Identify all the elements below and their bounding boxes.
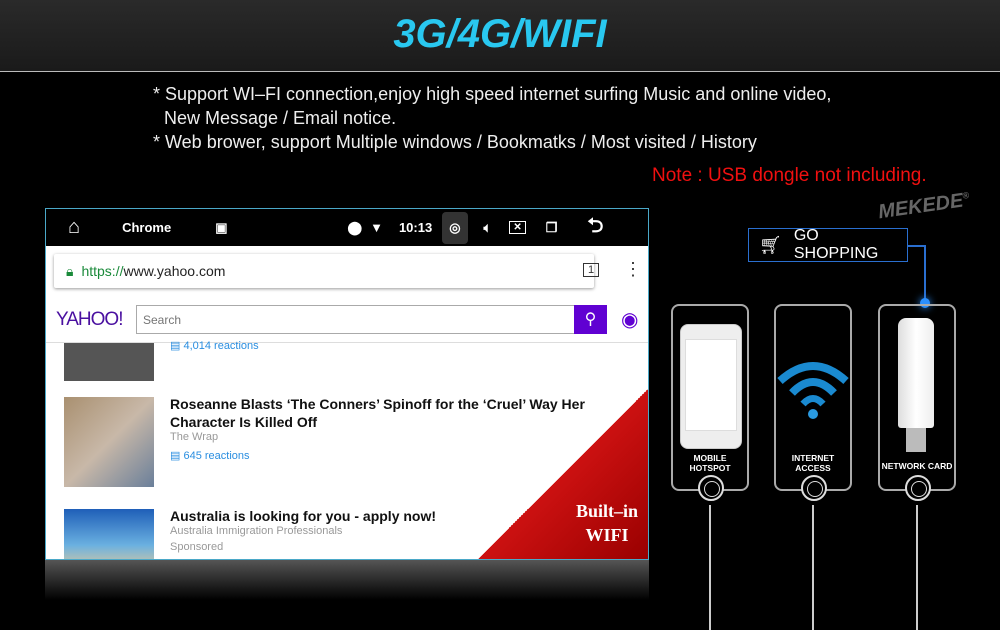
card-label: NETWORK CARD: [881, 461, 953, 471]
menu-icon[interactable]: ⋮: [624, 259, 642, 280]
screen-reflection: [45, 560, 649, 600]
search-input[interactable]: [136, 305, 576, 334]
usb-plug: [906, 428, 926, 452]
close-app-icon[interactable]: ✕: [509, 221, 526, 234]
sponsored-label: Sponsored: [170, 541, 224, 553]
location-icon: ⬤: [347, 219, 363, 235]
app-name: Chrome: [122, 220, 172, 235]
phone-icon: [680, 324, 742, 449]
cart-icon: 🛒︎: [759, 234, 782, 255]
card-label: INTERNET ACCESS: [791, 453, 835, 473]
usb-dongle-icon: [898, 318, 934, 428]
connector-line: [924, 245, 926, 303]
image-icon: ▣: [215, 219, 228, 235]
volume-icon[interactable]: 🔈︎: [484, 220, 492, 236]
brand-mark: ®: [961, 190, 970, 201]
feature-line: New Message / Email notice.: [164, 108, 397, 128]
recents-icon[interactable]: ❐: [546, 220, 558, 236]
card-network-card: NETWORK CARD: [878, 304, 956, 501]
builtin-wifi-badge: Built–in WIFI: [576, 499, 638, 547]
connector-line: [916, 505, 918, 630]
reactions-count: 4,014 reactions: [183, 340, 259, 352]
reactions[interactable]: ▤ 4,014 reactions: [170, 339, 259, 352]
go-shopping-label: GO SHOPPING: [793, 227, 879, 262]
article-thumbnail[interactable]: [64, 509, 154, 559]
list-item[interactable]: Australia is looking for you - apply now…: [170, 507, 470, 553]
lock-icon: 🔒︎: [66, 262, 74, 279]
page-title: 3G/4G/WIFI: [393, 12, 607, 56]
note-text: Note : USB dongle not including.: [652, 165, 927, 186]
address-bar[interactable]: 🔒︎ https:// www.yahoo.com: [54, 254, 594, 288]
yahoo-bar: YAHOO! ⚲ ◉: [46, 299, 648, 343]
search-button[interactable]: ⚲: [574, 305, 607, 334]
article-thumbnail[interactable]: [64, 397, 154, 487]
ring-icon: [801, 475, 827, 501]
card-label: MOBILE HOTSPOT: [689, 453, 731, 473]
card-internet-access: INTERNET ACCESS: [774, 304, 852, 501]
feature-line: * Support WI–FI connection,enjoy high sp…: [153, 84, 832, 104]
feature-line: * Web brower, support Multiple windows /…: [153, 132, 757, 152]
wifi-icon: ▼: [370, 220, 383, 235]
connector-line: [709, 505, 711, 630]
article-thumbnail[interactable]: [64, 343, 154, 381]
card-mobile-hotspot: MOBILE HOTSPOT: [671, 304, 749, 501]
url-host: www.yahoo.com: [123, 263, 226, 279]
tab-switcher-button[interactable]: 1: [583, 263, 600, 277]
url-scheme: https://: [81, 263, 124, 279]
ring-icon: [698, 475, 724, 501]
article-source: Australia Immigration Professionals: [170, 525, 343, 537]
reactions-count: 645 reactions: [183, 450, 250, 462]
article-title[interactable]: Australia is looking for you - apply now…: [170, 507, 470, 525]
clock: 10:13: [398, 220, 433, 235]
screenshot-icon[interactable]: ◎: [442, 211, 468, 244]
back-icon[interactable]: ⮌: [587, 211, 603, 245]
badge-line: Built–in: [575, 501, 638, 521]
connector-line: [812, 505, 814, 630]
go-shopping-button[interactable]: 🛒︎ GO SHOPPING: [748, 227, 908, 262]
brand-name: MEKEDE: [876, 189, 965, 224]
yahoo-logo[interactable]: YAHOO!: [56, 309, 123, 331]
status-bar: ⌂ Chrome ▣ ⬤ ▼ 10:13 ◎ 🔈︎ ✕ ❐ ⮌: [46, 209, 648, 246]
badge-line: WIFI: [585, 525, 629, 545]
connector-line: [908, 245, 925, 247]
home-icon[interactable]: ⌂: [68, 216, 80, 239]
android-screen: ⌂ Chrome ▣ ⬤ ▼ 10:13 ◎ 🔈︎ ✕ ❐ ⮌ 🔒︎ https…: [45, 208, 649, 560]
account-icon[interactable]: ◉: [621, 307, 638, 332]
ring-icon: [905, 475, 931, 501]
wifi-icon: [777, 362, 849, 419]
brand-watermark: MEKEDE®: [877, 189, 972, 225]
